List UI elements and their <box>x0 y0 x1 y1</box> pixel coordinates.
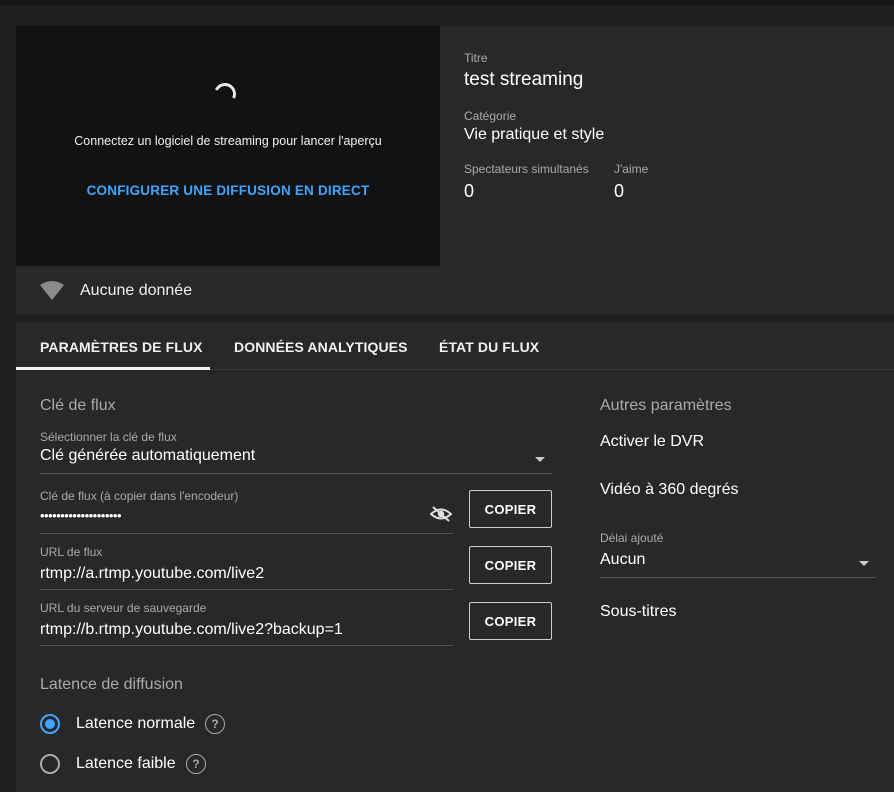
stream-key-section-title: Clé de flux <box>40 397 116 414</box>
latency-section-title: Latence de diffusion <box>40 676 183 693</box>
likes-value: 0 <box>614 181 625 201</box>
viewers-label: Spectateurs simultanés <box>464 162 589 176</box>
stream-key-field[interactable]: •••••••••••••••••••• <box>40 508 122 523</box>
eye-off-icon[interactable] <box>430 505 452 523</box>
likes-label: J'aime <box>614 162 649 176</box>
copy-stream-key-button[interactable]: COPIER <box>469 490 552 528</box>
wifi-signal-icon <box>40 281 64 300</box>
status-text: Aucune donnée <box>80 282 193 299</box>
copy-stream-url-button[interactable]: COPIER <box>469 546 552 584</box>
latency-normal-label[interactable]: Latence normale <box>76 715 195 733</box>
latency-normal-radio[interactable] <box>40 714 60 734</box>
stream-key-label: Clé de flux (à copier dans l'encodeur) <box>40 489 239 503</box>
subtitles-setting[interactable]: Sous-titres <box>600 603 676 621</box>
chevron-down-icon[interactable] <box>535 457 545 462</box>
viewers-value: 0 <box>464 181 475 201</box>
backup-url-underline <box>40 645 453 646</box>
active-tab-indicator <box>16 367 210 370</box>
delay-value[interactable]: Aucun <box>600 551 645 569</box>
latency-low-radio[interactable] <box>40 754 60 774</box>
title-value: test streaming <box>464 69 584 90</box>
help-icon[interactable]: ? <box>205 714 225 734</box>
video-360-setting[interactable]: Vidéo à 360 degrés <box>600 481 738 499</box>
select-underline <box>40 473 552 474</box>
other-settings-section-title: Autres paramètres <box>600 397 732 414</box>
title-label: Titre <box>464 51 488 65</box>
stream-key-select-label: Sélectionner la clé de flux <box>40 430 177 444</box>
preview-message: Connectez un logiciel de streaming pour … <box>74 134 382 148</box>
configure-stream-link[interactable]: CONFIGURER UNE DIFFUSION EN DIRECT <box>16 183 440 198</box>
category-value: Vie pratique et style <box>464 126 605 143</box>
stream-key-underline <box>40 533 453 534</box>
copy-backup-url-button[interactable]: COPIER <box>469 602 552 640</box>
stream-url-label: URL de flux <box>40 545 103 559</box>
stream-url-underline <box>40 589 453 590</box>
top-bar <box>0 0 894 5</box>
stream-url-field[interactable]: rtmp://a.rtmp.youtube.com/live2 <box>40 565 264 583</box>
chevron-down-icon[interactable] <box>859 561 869 566</box>
delay-label: Délai ajouté <box>600 531 664 545</box>
tab-stream-settings[interactable]: PARAMÈTRES DE FLUX <box>40 339 203 355</box>
stream-key-select-value[interactable]: Clé générée automatiquement <box>40 447 255 465</box>
category-label: Catégorie <box>464 109 517 123</box>
loading-spinner-icon <box>210 79 240 109</box>
backup-url-label: URL du serveur de sauvegarde <box>40 601 207 615</box>
stream-preview: Connectez un logiciel de streaming pour … <box>16 26 440 266</box>
tab-stream-health[interactable]: ÉTAT DU FLUX <box>439 339 539 355</box>
dvr-setting[interactable]: Activer le DVR <box>600 433 704 451</box>
tab-analytics[interactable]: DONNÉES ANALYTIQUES <box>234 339 408 355</box>
latency-low-label[interactable]: Latence faible <box>76 755 176 773</box>
backup-url-field[interactable]: rtmp://b.rtmp.youtube.com/live2?backup=1 <box>40 621 343 639</box>
help-icon[interactable]: ? <box>186 754 206 774</box>
delay-underline <box>600 577 876 578</box>
